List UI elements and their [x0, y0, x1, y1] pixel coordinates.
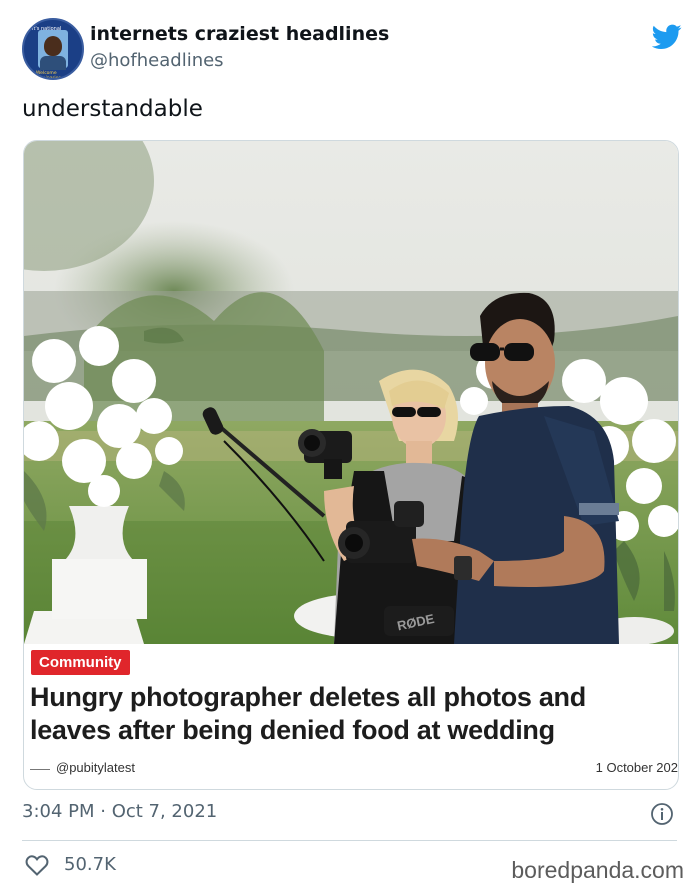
tweet-media-card[interactable]: RØDE Community Hungry photographer delet…: [23, 140, 679, 790]
tweet-timestamp[interactable]: 3:04 PM · Oct 7, 2021: [22, 801, 217, 822]
avatar-shirt: [40, 56, 66, 70]
info-icon[interactable]: [650, 802, 674, 826]
avatar-face: [44, 36, 62, 56]
boredpanda-watermark: boredpanda.com: [511, 857, 684, 883]
tweet-divider: [22, 840, 677, 841]
card-headline: Hungry photographer deletes all photos a…: [30, 682, 586, 745]
user-handle[interactable]: @hofheadlines: [90, 50, 224, 71]
tweet-text: understandable: [22, 96, 203, 122]
category-badge: Community: [31, 650, 130, 675]
tweet-header: It's national Welcome Luminaries interne…: [22, 18, 682, 80]
avatar-top-text: It's national: [32, 26, 62, 32]
avatar-bottom-text: Welcome Luminaries: [36, 71, 61, 80]
like-count[interactable]: 50.7K: [64, 854, 116, 875]
heart-icon[interactable]: [25, 854, 49, 876]
twitter-bird-icon[interactable]: [652, 24, 682, 50]
card-source: @pubitylatest: [56, 760, 135, 775]
avatar[interactable]: It's national Welcome Luminaries: [22, 18, 84, 80]
card-date: 1 October 202: [595, 760, 678, 775]
wedding-photo[interactable]: RØDE: [24, 141, 678, 644]
source-divider: [30, 769, 50, 770]
display-name[interactable]: internets craziest headlines: [90, 23, 389, 45]
